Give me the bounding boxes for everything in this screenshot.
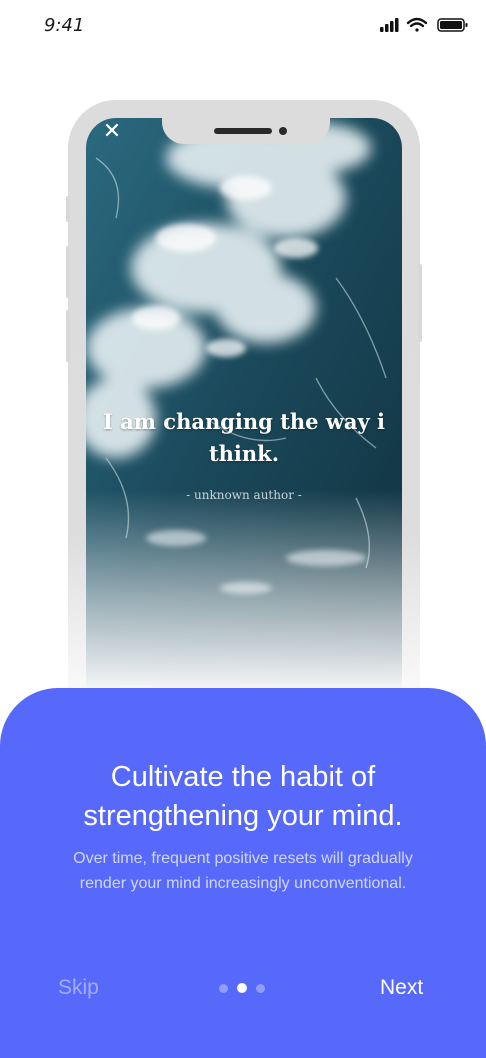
phone-camera [279,127,287,135]
phone-volume-up-button [66,246,70,298]
onboarding-headline: Cultivate the habit of strengthening you… [83,761,403,832]
page-dot-3[interactable] [256,983,265,993]
page-dot-1[interactable] [219,983,228,993]
signal-icon [380,18,399,32]
phone-power-button [418,264,422,342]
next-button[interactable]: Next [380,976,423,1000]
quote-author: - unknown author - [186,488,302,502]
quote-text: I am changing the way i think. [103,409,385,466]
skip-button[interactable]: Skip [58,976,99,1000]
status-icons [380,16,472,34]
page-indicator [219,983,265,993]
phone-volume-down-button [66,310,70,362]
onboarding-description: Over time, frequent positive resets will… [73,850,413,892]
status-time: 9:41 [44,15,85,36]
battery-icon [437,18,468,32]
page-dot-2[interactable] [237,983,247,993]
phone-speaker [214,128,272,134]
wifi-icon [406,17,428,32]
close-icon[interactable]: ✕ [100,120,124,144]
phone-side-button-left [66,196,70,222]
status-bar: 9:41 [0,0,486,54]
